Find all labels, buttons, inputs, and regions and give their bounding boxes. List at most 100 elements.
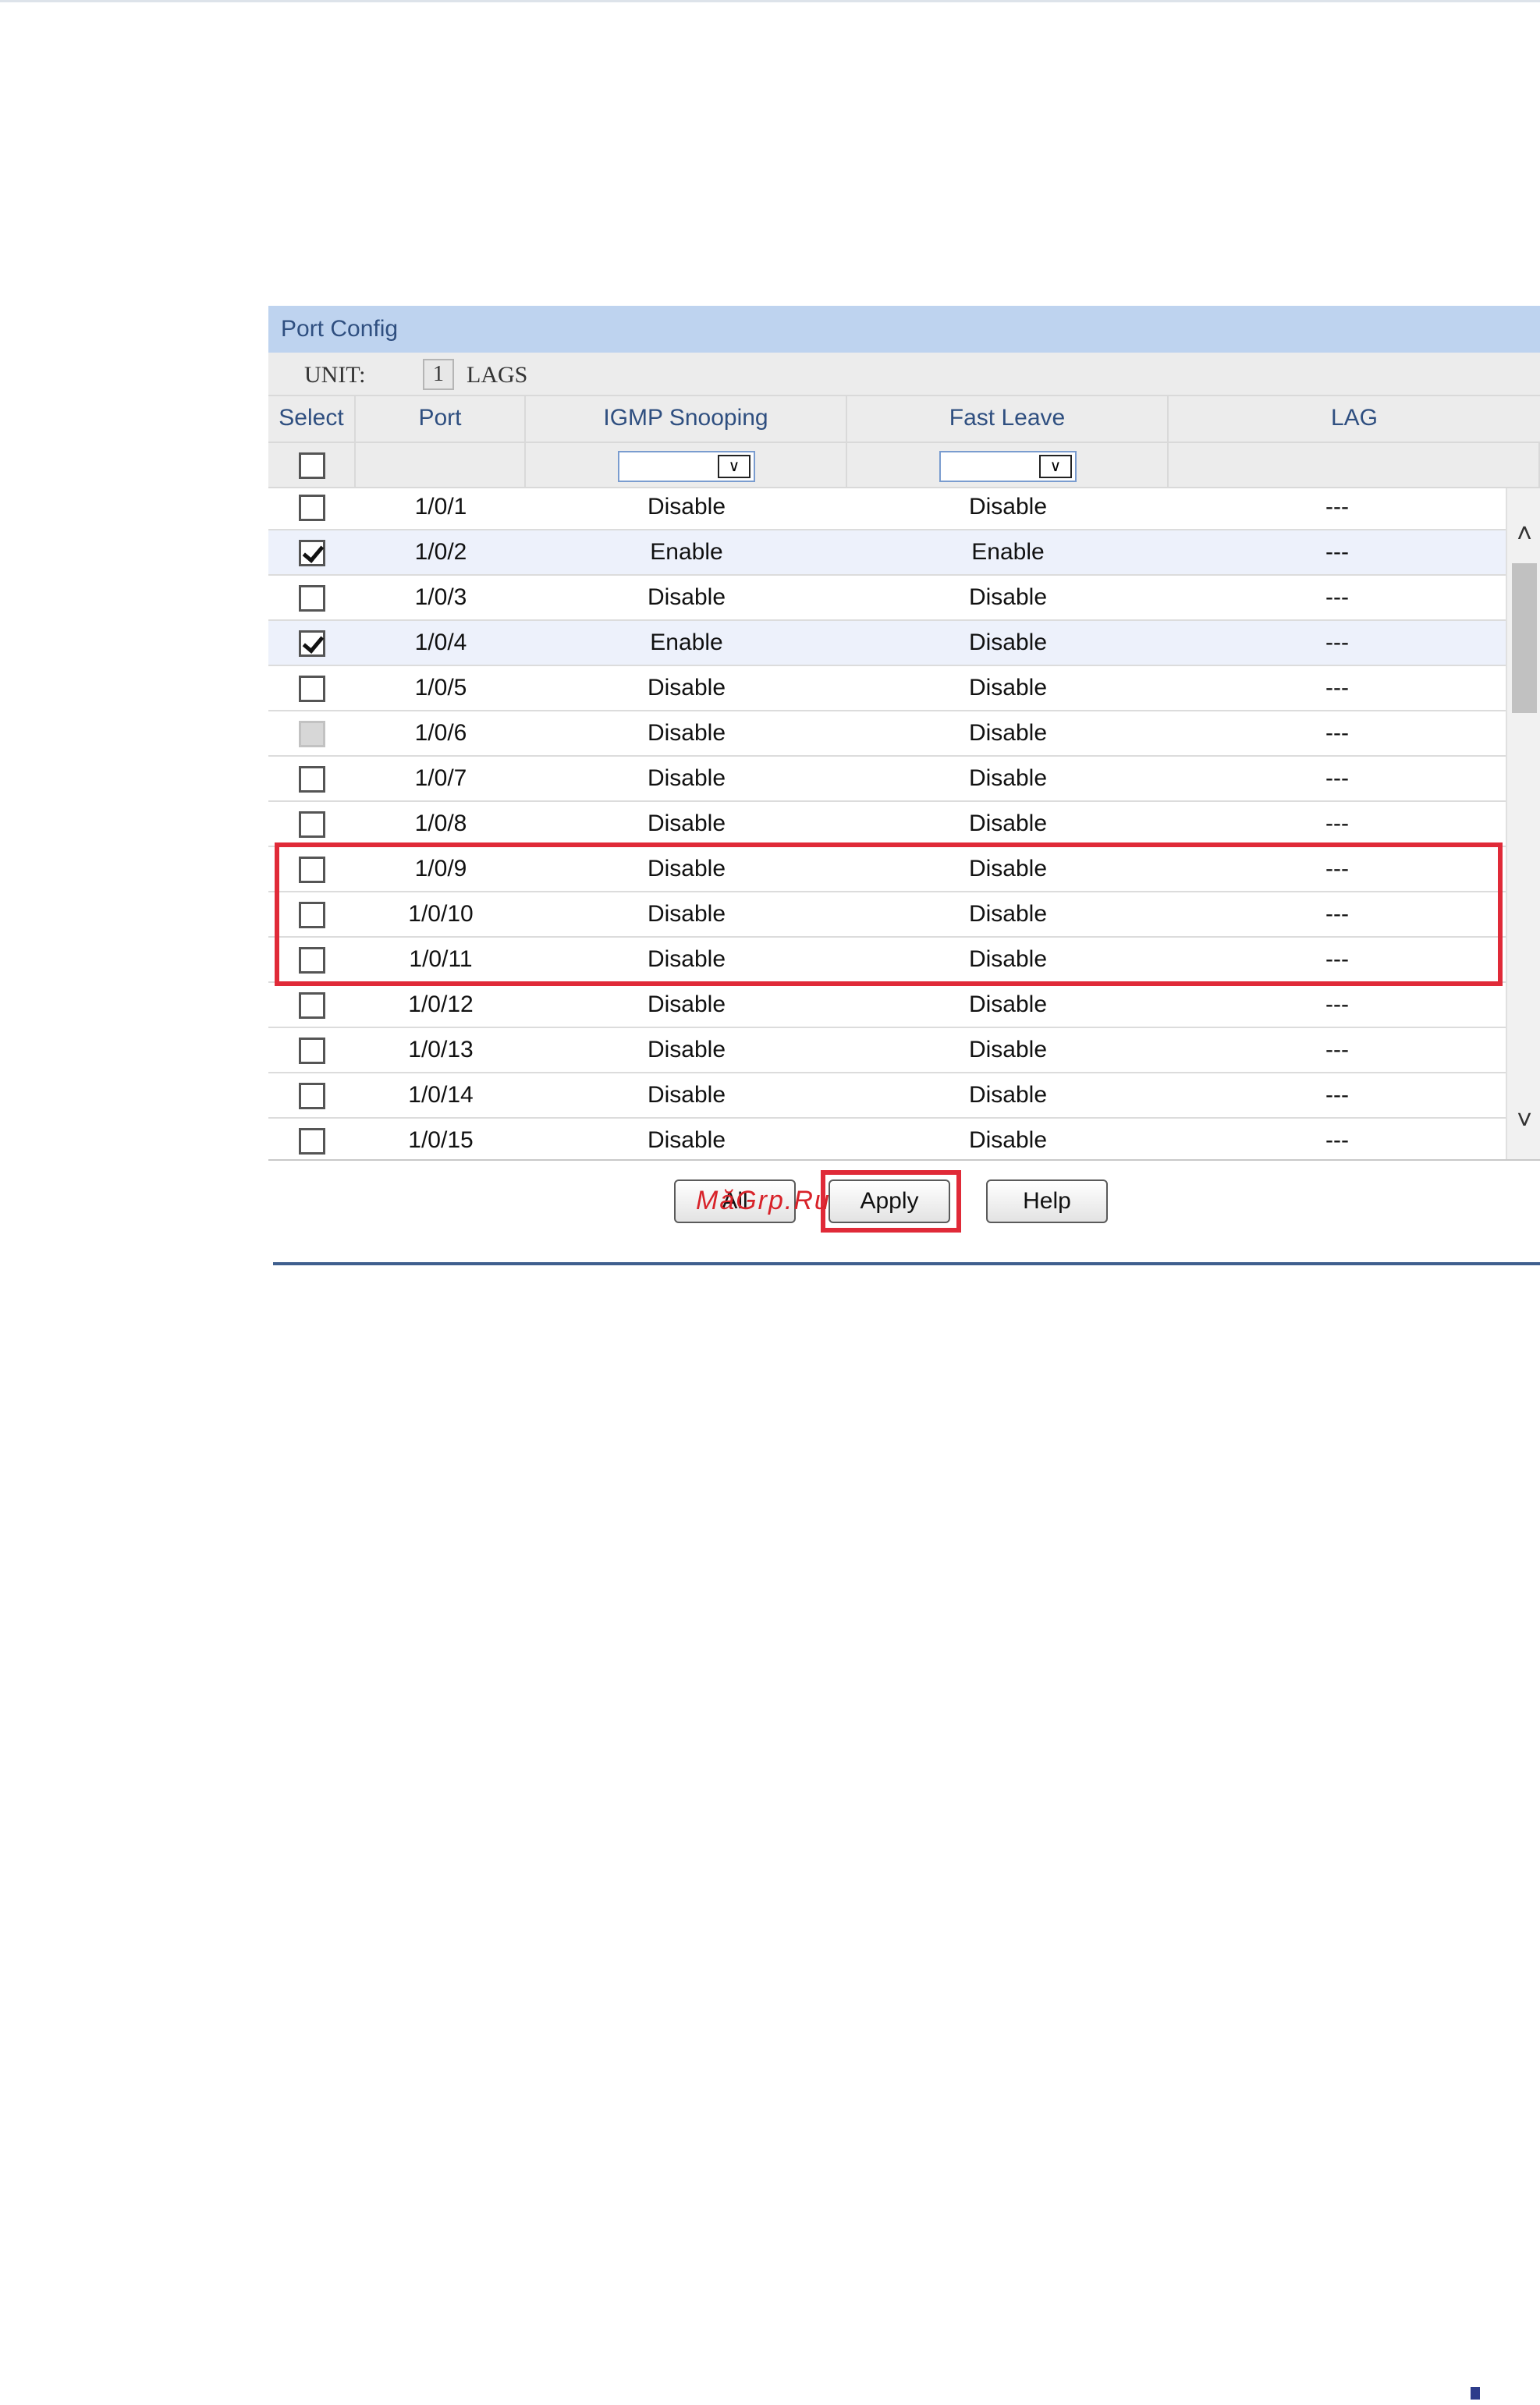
row-select-cell bbox=[268, 1073, 356, 1117]
cell-lag: --- bbox=[1325, 856, 1349, 881]
cell-port: 1/0/2 bbox=[414, 539, 467, 565]
cell-lag: --- bbox=[1325, 765, 1349, 791]
lags-link[interactable]: LAGS bbox=[467, 362, 527, 388]
table-row[interactable]: 1/0/5 Disable Disable --- bbox=[268, 666, 1506, 711]
row-checkbox[interactable] bbox=[299, 947, 325, 974]
row-checkbox[interactable] bbox=[299, 1083, 325, 1109]
row-select-cell bbox=[268, 488, 356, 529]
cell-fast-leave: Disable bbox=[968, 811, 1048, 836]
cell-igmp-snooping: Disable bbox=[647, 1127, 726, 1153]
cell-fast-leave: Disable bbox=[968, 494, 1048, 520]
filter-row: ∨ ∨ bbox=[268, 442, 1540, 488]
chevron-down-icon[interactable]: ∨ bbox=[718, 455, 750, 478]
cell-igmp-snooping: Disable bbox=[647, 946, 726, 972]
cell-fast-leave: Disable bbox=[968, 630, 1048, 655]
row-checkbox[interactable] bbox=[299, 766, 325, 793]
table-row[interactable]: 1/0/15 Disable Disable --- bbox=[268, 1119, 1506, 1159]
cell-port: 1/0/7 bbox=[414, 765, 467, 791]
cell-lag: --- bbox=[1325, 539, 1349, 565]
cell-fast-leave: Disable bbox=[968, 1127, 1048, 1153]
cell-lag: --- bbox=[1325, 675, 1349, 701]
cell-fast-leave: Disable bbox=[968, 1082, 1048, 1108]
cell-port: 1/0/13 bbox=[408, 1037, 474, 1062]
cell-lag: --- bbox=[1325, 1037, 1349, 1062]
unit-bar: UNIT: bbox=[268, 353, 1540, 395]
fast-leave-select[interactable]: ∨ bbox=[939, 451, 1077, 482]
row-checkbox[interactable] bbox=[299, 1038, 325, 1064]
cell-lag: --- bbox=[1325, 901, 1349, 927]
table-row[interactable]: 1/0/10 Disable Disable --- bbox=[268, 892, 1506, 938]
cell-igmp-snooping: Disable bbox=[647, 675, 726, 701]
table-row[interactable]: 1/0/3 Disable Disable --- bbox=[268, 576, 1506, 621]
table-row[interactable]: 1/0/11 Disable Disable --- bbox=[268, 938, 1506, 983]
cell-fast-leave: Disable bbox=[968, 856, 1048, 881]
chevron-down-icon[interactable]: ˅ bbox=[1507, 1103, 1540, 1137]
chevron-down-icon[interactable]: ∨ bbox=[1039, 455, 1072, 478]
table-row[interactable]: 1/0/4 Enable Disable --- bbox=[268, 621, 1506, 666]
row-checkbox[interactable] bbox=[299, 676, 325, 702]
row-select-cell bbox=[268, 983, 356, 1027]
table-row[interactable]: 1/0/14 Disable Disable --- bbox=[268, 1073, 1506, 1119]
select-all-checkbox[interactable] bbox=[299, 452, 325, 479]
apply-button[interactable]: Apply bbox=[829, 1179, 950, 1223]
row-select-cell bbox=[268, 1119, 356, 1159]
row-checkbox[interactable] bbox=[299, 857, 325, 883]
table-row[interactable]: 1/0/12 Disable Disable --- bbox=[268, 983, 1506, 1028]
scrollbar-thumb[interactable] bbox=[1512, 563, 1537, 713]
header-lag: LAG bbox=[1330, 405, 1379, 431]
row-checkbox[interactable] bbox=[299, 902, 325, 928]
vertical-scrollbar[interactable]: ˄ ˅ bbox=[1506, 488, 1540, 1159]
row-checkbox[interactable] bbox=[299, 992, 325, 1019]
table-row[interactable]: 1/0/6 Disable Disable --- bbox=[268, 711, 1506, 757]
row-select-cell bbox=[268, 847, 356, 891]
help-button[interactable]: Help bbox=[986, 1179, 1108, 1223]
cell-igmp-snooping: Disable bbox=[647, 1082, 726, 1108]
watermark: MăGrp.Ru bbox=[696, 1186, 831, 1215]
row-select-cell bbox=[268, 938, 356, 981]
unit-selector[interactable]: 1 bbox=[423, 359, 454, 390]
table-row[interactable]: 1/0/9 Disable Disable --- bbox=[268, 847, 1506, 892]
cell-fast-leave: Disable bbox=[968, 991, 1048, 1017]
cell-lag: --- bbox=[1325, 946, 1349, 972]
cell-igmp-snooping: Disable bbox=[647, 1037, 726, 1062]
chevron-up-icon[interactable]: ˄ bbox=[1507, 516, 1540, 551]
cell-fast-leave: Enable bbox=[971, 539, 1045, 565]
cell-igmp-snooping: Disable bbox=[647, 765, 726, 791]
row-checkbox[interactable] bbox=[299, 585, 325, 612]
cell-port: 1/0/14 bbox=[408, 1082, 474, 1108]
row-select-cell bbox=[268, 892, 356, 936]
cell-port: 1/0/10 bbox=[408, 901, 474, 927]
top-rule bbox=[0, 0, 1540, 2]
cell-port: 1/0/3 bbox=[414, 584, 467, 610]
table-row[interactable]: 1/0/2 Enable Enable --- bbox=[268, 530, 1506, 576]
row-checkbox[interactable] bbox=[299, 495, 325, 521]
panel-title: Port Config bbox=[268, 306, 1540, 353]
cell-port: 1/0/9 bbox=[414, 856, 467, 881]
cell-igmp-snooping: Disable bbox=[647, 494, 726, 520]
cell-igmp-snooping: Disable bbox=[647, 720, 726, 746]
unit-label: UNIT: bbox=[304, 362, 366, 388]
cell-port: 1/0/15 bbox=[408, 1127, 474, 1153]
cell-port: 1/0/6 bbox=[414, 720, 467, 746]
cell-fast-leave: Disable bbox=[968, 946, 1048, 972]
table-row[interactable]: 1/0/7 Disable Disable --- bbox=[268, 757, 1506, 802]
cell-port: 1/0/12 bbox=[408, 991, 474, 1017]
cell-fast-leave: Disable bbox=[968, 584, 1048, 610]
row-checkbox[interactable] bbox=[299, 1128, 325, 1155]
table-row[interactable]: 1/0/1 Disable Disable --- bbox=[268, 488, 1506, 530]
cell-port: 1/0/8 bbox=[414, 811, 467, 836]
cell-lag: --- bbox=[1325, 630, 1349, 655]
cell-lag: --- bbox=[1325, 1082, 1349, 1108]
row-select-cell bbox=[268, 802, 356, 846]
row-checkbox[interactable] bbox=[299, 630, 325, 657]
row-checkbox[interactable] bbox=[299, 540, 325, 566]
cell-lag: --- bbox=[1325, 991, 1349, 1017]
row-checkbox[interactable] bbox=[299, 811, 325, 838]
row-select-cell bbox=[268, 711, 356, 755]
table-row[interactable]: 1/0/13 Disable Disable --- bbox=[268, 1028, 1506, 1073]
header-port: Port bbox=[356, 396, 526, 442]
cell-lag: --- bbox=[1325, 584, 1349, 610]
igmp-snooping-select[interactable]: ∨ bbox=[618, 451, 755, 482]
filter-fast-leave-cell: ∨ bbox=[847, 443, 1169, 487]
table-row[interactable]: 1/0/8 Disable Disable --- bbox=[268, 802, 1506, 847]
